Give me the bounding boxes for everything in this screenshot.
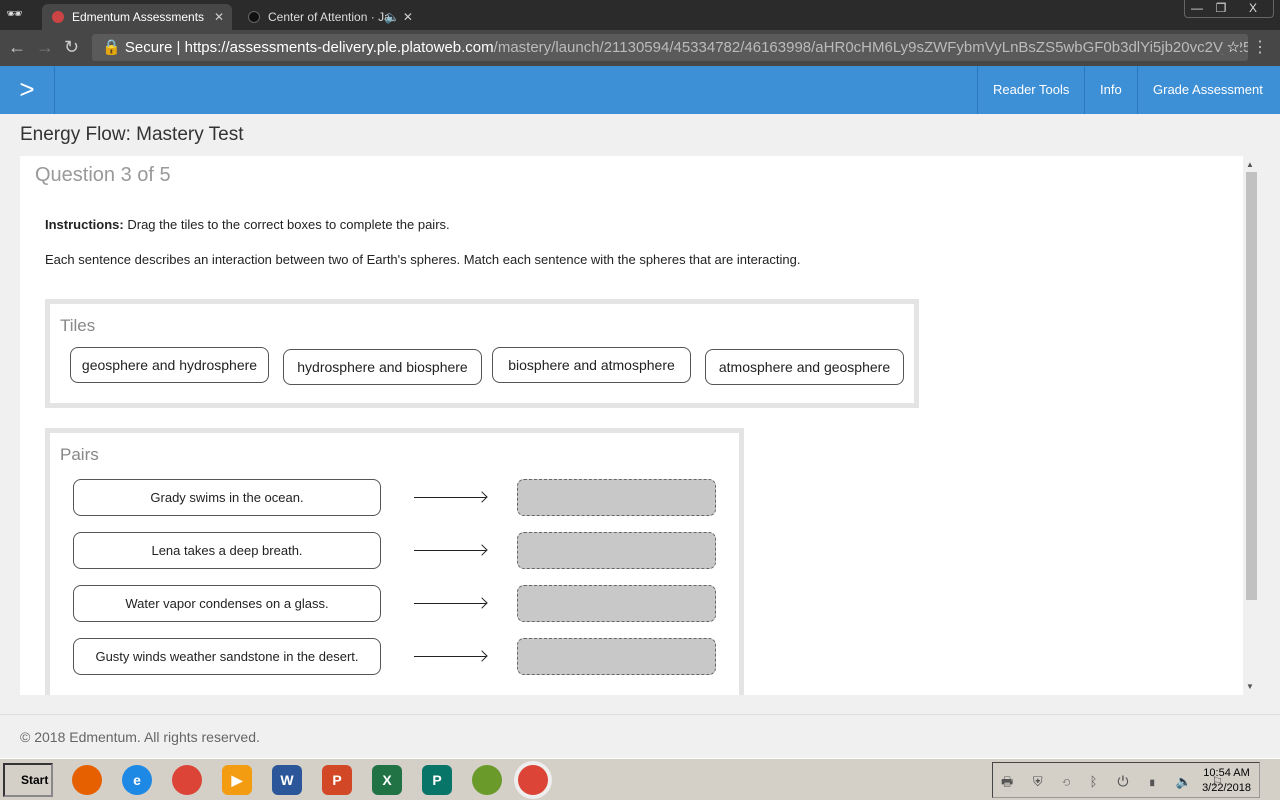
footer: © 2018 Edmentum. All rights reserved.: [0, 714, 1280, 758]
drop-target[interactable]: [517, 532, 716, 569]
arrow-icon: [414, 603, 486, 604]
arrow-icon: [414, 656, 486, 657]
lock-icon: 🔒: [102, 39, 121, 56]
start-button[interactable]: Start: [3, 763, 53, 797]
close-tab-icon[interactable]: 🔈 ✕: [385, 4, 413, 30]
pair-prompt: Lena takes a deep breath.: [73, 532, 381, 569]
address-bar-row: ← → ↻ 🔒 Secure | https://assessments-del…: [0, 30, 1280, 66]
tile[interactable]: biosphere and atmosphere: [492, 347, 691, 383]
top-nav: > Reader Tools Info Grade Assessment: [0, 66, 1280, 114]
question-prompt: Each sentence describes an interaction b…: [45, 252, 801, 267]
pair-prompt: Grady swims in the ocean.: [73, 479, 381, 516]
restore-button[interactable]: ❐: [1209, 0, 1233, 17]
tiles-box: Tiles geosphere and hydrosphere hydrosph…: [45, 299, 919, 408]
back-icon[interactable]: ←: [8, 37, 26, 58]
tiles-label: Tiles: [60, 316, 96, 335]
pair-prompt: Water vapor condenses on a glass.: [73, 585, 381, 622]
tile[interactable]: atmosphere and geosphere: [705, 349, 904, 385]
drop-target[interactable]: [517, 585, 716, 622]
tab-edmentum[interactable]: Edmentum Assessments ✕: [42, 4, 232, 30]
forward-icon[interactable]: →: [36, 37, 54, 58]
reader-tools-button[interactable]: Reader Tools: [977, 66, 1084, 114]
question-card: Question 3 of 5 Instructions: Drag the t…: [20, 156, 1243, 695]
tile[interactable]: geosphere and hydrosphere: [70, 347, 269, 383]
minimize-button[interactable]: —: [1185, 0, 1209, 17]
excel-icon[interactable]: X: [372, 765, 402, 795]
spotify-favicon-icon: [248, 11, 260, 23]
time: 10:54 AM: [1203, 767, 1250, 779]
reload-icon[interactable]: ↻: [64, 37, 79, 58]
url-host: https://assessments-delivery.ple.platowe…: [184, 39, 494, 56]
ie-icon[interactable]: e: [122, 765, 152, 795]
date: 3/22/2018: [1202, 782, 1251, 794]
chrome-active-icon[interactable]: [518, 765, 548, 795]
close-tab-icon[interactable]: ✕: [214, 4, 224, 30]
globe-app-icon[interactable]: [472, 765, 502, 795]
system-tray: 🖶 ⛨ ⟲ ᛒ ⏻ ▮ 🔈 ⚐ 10:54 AM 3/22/2018: [992, 762, 1260, 798]
clock: 10:54 AM 3/22/2018: [1202, 766, 1251, 796]
question-number: Question 3 of 5: [35, 164, 171, 186]
tab-bar: 🕶 Edmentum Assessments ✕ Center of Attent…: [0, 0, 1280, 30]
media-player-icon[interactable]: ▶: [222, 765, 252, 795]
powerpoint-icon[interactable]: P: [322, 765, 352, 795]
instructions: Instructions: Drag the tiles to the corr…: [45, 217, 450, 232]
expand-chevron-icon[interactable]: >: [0, 66, 55, 114]
info-button[interactable]: Info: [1084, 66, 1137, 114]
star-icon[interactable]: ☆: [1222, 34, 1240, 61]
word-icon[interactable]: W: [272, 765, 302, 795]
pairs-label: Pairs: [60, 445, 99, 464]
scroll-up-icon[interactable]: ▲: [1246, 160, 1254, 169]
page-title: Energy Flow: Mastery Test: [20, 124, 244, 145]
instructions-text: Drag the tiles to the correct boxes to c…: [127, 217, 450, 232]
pair-prompt: Gusty winds weather sandstone in the des…: [73, 638, 381, 675]
scrollbar[interactable]: [1246, 172, 1257, 600]
instructions-label: Instructions:: [45, 217, 124, 232]
scroll-down-icon[interactable]: ▼: [1246, 682, 1254, 691]
arrow-icon: [414, 550, 486, 551]
tab-title: Edmentum Assessments: [72, 10, 205, 24]
tile[interactable]: hydrosphere and biosphere: [283, 349, 482, 385]
edmentum-favicon-icon: [52, 11, 64, 23]
chrome-icon[interactable]: [172, 765, 202, 795]
arrow-icon: [414, 497, 486, 498]
tray-icons: 🖶 ⛨ ⟲ ᛒ ⏻ ▮ 🔈 ⚐: [1001, 774, 1232, 789]
menu-icon[interactable]: ⋮: [1252, 37, 1268, 57]
drop-target[interactable]: [517, 479, 716, 516]
close-window-button[interactable]: X: [1233, 0, 1273, 17]
firefox-icon[interactable]: [72, 765, 102, 795]
window-controls: — ❐ X: [1184, 0, 1274, 18]
url-input[interactable]: 🔒 Secure | https://assessments-delivery.…: [92, 34, 1248, 61]
secure-label: Secure: [124, 39, 173, 56]
pairs-box: Pairs Grady swims in the ocean. Lena tak…: [45, 428, 744, 695]
taskbar: Start e ▶ W P X P 🖶 ⛨ ⟲ ᛒ ⏻ ▮ 🔈 ⚐ 10:54 …: [0, 758, 1280, 800]
tab-spotify[interactable]: Center of Attention · Ja 🔈 ✕: [238, 4, 423, 30]
incognito-icon: 🕶: [6, 6, 23, 21]
grade-assessment-button[interactable]: Grade Assessment: [1137, 66, 1278, 114]
url-path: /mastery/launch/21130594/45334782/461639…: [493, 39, 1248, 56]
drop-target[interactable]: [517, 638, 716, 675]
publisher-icon[interactable]: P: [422, 765, 452, 795]
tab-title: Center of Attention · Ja: [268, 10, 391, 24]
